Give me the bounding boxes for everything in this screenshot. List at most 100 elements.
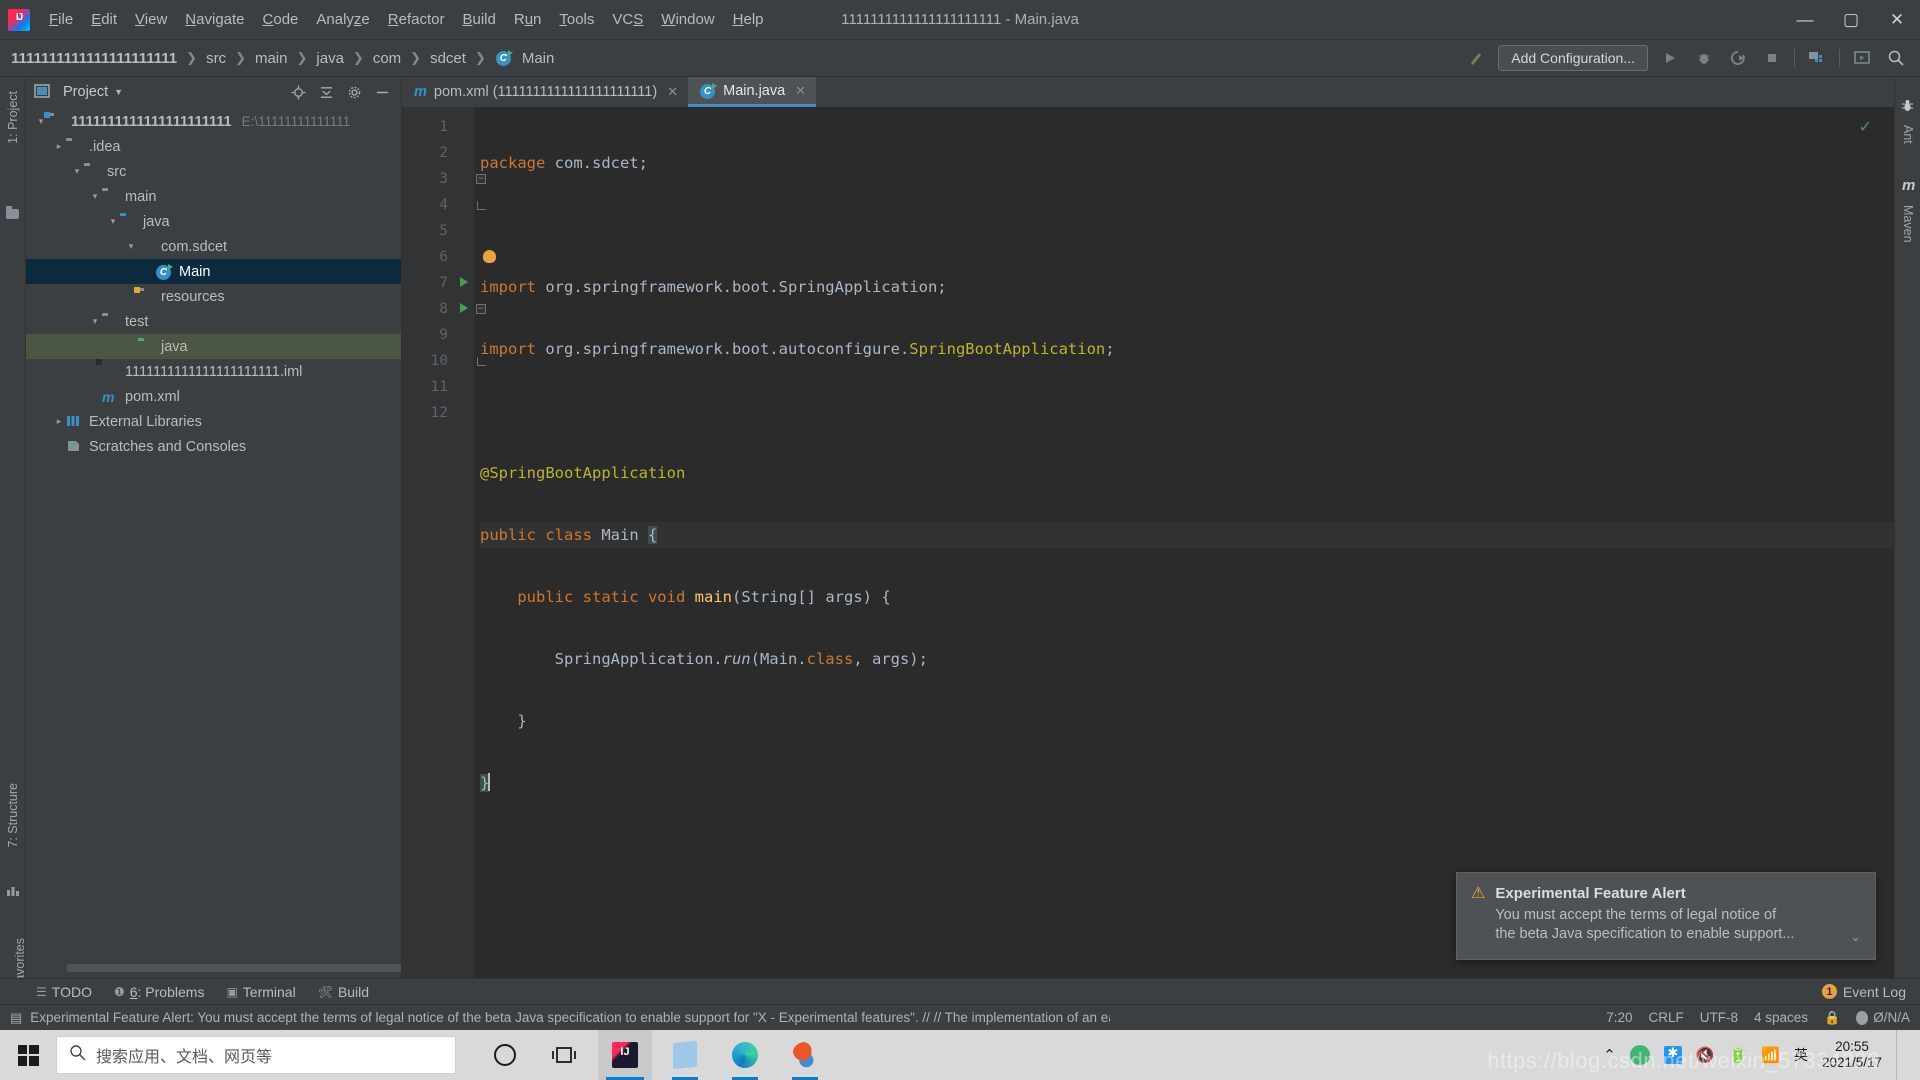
maximize-button[interactable]: ▢: [1828, 0, 1874, 40]
add-configuration-button[interactable]: Add Configuration...: [1498, 45, 1648, 71]
close-icon[interactable]: ✕: [795, 83, 806, 99]
volume-muted-icon[interactable]: 🔇: [1696, 1046, 1715, 1064]
wechat-icon[interactable]: [1629, 1045, 1650, 1065]
menu-refactor[interactable]: Refactor: [379, 7, 454, 32]
indent-setting[interactable]: 4 spaces: [1754, 1010, 1808, 1025]
run-gutter-icon[interactable]: [460, 277, 468, 287]
tree-item-test[interactable]: ▾ test: [26, 309, 401, 334]
chevron-right-icon[interactable]: ▸: [52, 141, 66, 152]
debug-icon[interactable]: [1692, 47, 1716, 69]
taskbar-snipping-tool-icon[interactable]: [778, 1030, 832, 1080]
tree-item-resources[interactable]: resources: [26, 284, 401, 309]
cortana-icon[interactable]: [478, 1030, 532, 1080]
menu-vcs[interactable]: VCS: [603, 7, 652, 32]
tool-window-button-maven[interactable]: Maven: [1895, 199, 1920, 249]
battery-icon[interactable]: 🔋: [1729, 1046, 1748, 1064]
show-hidden-icons-icon[interactable]: ⌃: [1603, 1046, 1616, 1064]
taskbar-search-input[interactable]: 搜索应用、文档、网页等: [56, 1036, 456, 1074]
chevron-down-icon[interactable]: ▼: [114, 87, 123, 97]
chevron-right-icon[interactable]: ▸: [52, 416, 66, 427]
breadcrumb-project[interactable]: 1111111111111111111111: [8, 48, 180, 69]
project-tree[interactable]: ▾ 1111111111111111111111 E:\111111111111…: [26, 107, 401, 978]
code-content[interactable]: package com.sdcet; import org.springfram…: [474, 107, 1894, 978]
gear-icon[interactable]: [343, 81, 365, 103]
tool-window-button-event-log[interactable]: 1 Event Log: [1821, 984, 1920, 1000]
tree-item-pom-xml[interactable]: m pom.xml: [26, 384, 401, 409]
tree-item-external-libraries[interactable]: ▸ External Libraries: [26, 409, 401, 434]
line-separator[interactable]: CRLF: [1648, 1010, 1683, 1025]
menu-help[interactable]: Help: [724, 7, 773, 32]
task-view-icon[interactable]: [538, 1030, 592, 1080]
minimize-button[interactable]: —: [1782, 0, 1828, 40]
tool-window-button-structure[interactable]: 7: Structure: [0, 777, 26, 854]
run-gutter-icon[interactable]: [460, 303, 468, 313]
taskbar-edge-icon[interactable]: [718, 1030, 772, 1080]
status-message[interactable]: Experimental Feature Alert: You must acc…: [30, 1010, 1110, 1025]
menu-navigate[interactable]: Navigate: [176, 7, 253, 32]
tree-item-java-source[interactable]: ▾ java: [26, 209, 401, 234]
tree-item-project-root[interactable]: ▾ 1111111111111111111111 E:\111111111111…: [26, 109, 401, 134]
chevron-down-icon[interactable]: ▾: [88, 191, 102, 202]
breadcrumb-com[interactable]: com: [370, 48, 404, 69]
menu-file[interactable]: File: [40, 7, 82, 32]
tool-window-button-todo[interactable]: ☰ TODO: [36, 984, 92, 1000]
chevron-down-icon[interactable]: ▾: [88, 316, 102, 327]
tree-item-iml-file[interactable]: 1111111111111111111111.iml: [26, 359, 401, 384]
menu-run[interactable]: Run: [505, 7, 551, 32]
chevron-down-icon[interactable]: ▾: [124, 241, 138, 252]
bluetooth-badge-icon[interactable]: [1663, 1045, 1682, 1064]
breadcrumb-src[interactable]: src: [203, 48, 229, 69]
locate-icon[interactable]: [287, 81, 309, 103]
search-everywhere-icon[interactable]: [1884, 47, 1908, 69]
lock-icon[interactable]: 🔒: [1824, 1010, 1840, 1026]
project-structure-icon[interactable]: [1805, 47, 1829, 69]
run-icon[interactable]: [1658, 47, 1682, 69]
tree-item-idea[interactable]: ▸ .idea: [26, 134, 401, 159]
menu-code[interactable]: Code: [254, 7, 308, 32]
start-button[interactable]: [0, 1030, 56, 1080]
breadcrumb-sdcet[interactable]: sdcet: [427, 48, 469, 69]
git-branch-widget[interactable]: Ø/N/A: [1856, 1010, 1910, 1025]
menu-window[interactable]: Window: [652, 7, 723, 32]
editor-gutter[interactable]: 1 2 3 − 4 5 6 7 8 − 9 10 11 12: [402, 107, 496, 978]
taskbar-intellij-idea-icon[interactable]: [598, 1030, 652, 1080]
close-button[interactable]: ✕: [1874, 0, 1920, 40]
ime-indicator[interactable]: 英: [1794, 1045, 1808, 1065]
tool-window-button-terminal[interactable]: ▣ Terminal: [226, 984, 295, 1000]
close-icon[interactable]: ✕: [667, 84, 678, 100]
show-desktop-button[interactable]: [1896, 1030, 1906, 1080]
file-encoding[interactable]: UTF-8: [1700, 1010, 1738, 1025]
stop-icon[interactable]: [1760, 47, 1784, 69]
tool-window-button-project[interactable]: 1: Project: [0, 85, 26, 150]
tree-item-scratches-and-consoles[interactable]: Scratches and Consoles: [26, 434, 401, 459]
hide-icon[interactable]: [371, 81, 393, 103]
tree-item-src[interactable]: ▾ src: [26, 159, 401, 184]
notification-icon[interactable]: ▤: [10, 1010, 22, 1026]
tab-pom-xml[interactable]: m pom.xml (1111111111111111111111) ✕: [402, 77, 689, 107]
tool-window-button-ant[interactable]: Ant: [1895, 119, 1920, 150]
run-with-coverage-icon[interactable]: [1726, 47, 1750, 69]
menu-analyze[interactable]: Analyze: [307, 7, 378, 32]
collapse-all-icon[interactable]: [315, 81, 337, 103]
menu-edit[interactable]: Edit: [82, 7, 126, 32]
caret-position[interactable]: 7:20: [1606, 1010, 1632, 1025]
notification-balloon[interactable]: ⚠ Experimental Feature Alert You must ac…: [1456, 871, 1876, 960]
breadcrumb-main[interactable]: main: [252, 48, 291, 69]
tree-item-test-java[interactable]: java: [26, 334, 401, 359]
inspection-status-icon[interactable]: ✓: [1859, 117, 1872, 137]
taskbar-notepad-icon[interactable]: [658, 1030, 712, 1080]
editor-viewport[interactable]: 1 2 3 − 4 5 6 7 8 − 9 10 11 12 package c…: [402, 107, 1894, 978]
menu-tools[interactable]: Tools: [550, 7, 603, 32]
chevron-down-icon[interactable]: ▾: [106, 216, 120, 227]
tool-window-button-build[interactable]: 🛠 Build: [318, 984, 369, 1000]
tool-window-button-problems[interactable]: ❶ 6: Problems: [114, 984, 204, 1000]
wifi-icon[interactable]: 📶: [1761, 1046, 1780, 1064]
chevron-down-icon[interactable]: ▾: [70, 166, 84, 177]
menu-view[interactable]: View: [126, 7, 176, 32]
tree-item-main-class[interactable]: C Main: [26, 259, 401, 284]
tab-main-java[interactable]: C Main.java ✕: [688, 77, 817, 107]
tree-item-package-com-sdcet[interactable]: ▾ com.sdcet: [26, 234, 401, 259]
updates-icon[interactable]: [1850, 47, 1874, 69]
horizontal-scrollbar[interactable]: [66, 964, 401, 972]
menu-build[interactable]: Build: [453, 7, 504, 32]
